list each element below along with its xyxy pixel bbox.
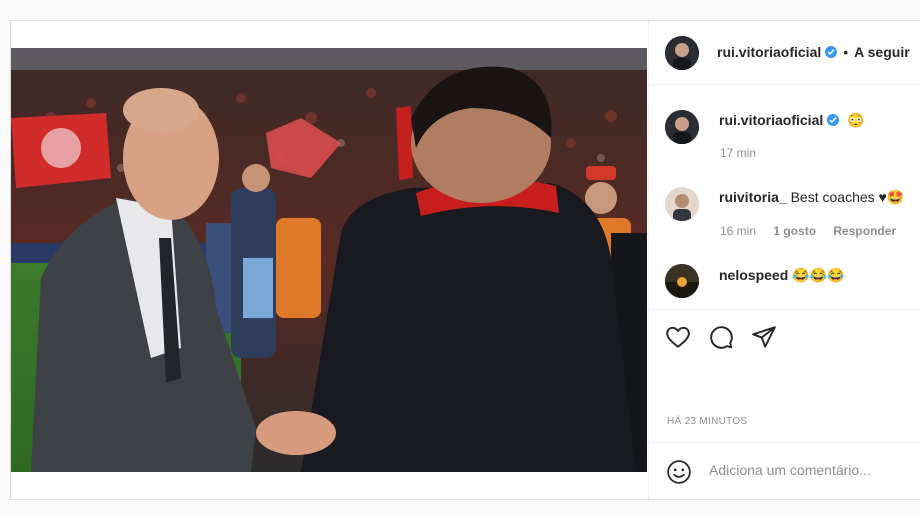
post-photo[interactable] (11, 48, 647, 472)
add-comment-bar: Adiciona um comentário... (649, 442, 920, 499)
comment-text: 😳 (847, 112, 865, 128)
reply-button[interactable]: Responder (833, 224, 896, 238)
verified-badge-icon (825, 46, 838, 58)
add-comment-input[interactable]: Adiciona um comentário... (709, 462, 871, 478)
paper-plane-icon[interactable] (751, 324, 777, 350)
comments-panel: rui.vitoriaoficial • A seguir rui.vitoriao… (648, 21, 920, 499)
post-timestamp: HÁ 23 MINUTOS (667, 416, 748, 427)
comment-avatar[interactable] (665, 110, 699, 144)
comment-meta: 16 min 1 gosto Responder (720, 224, 896, 238)
comment-likes-link[interactable]: 1 gosto (773, 224, 816, 238)
comment-time: 16 min (720, 224, 757, 238)
following-button[interactable]: A seguir (854, 44, 910, 60)
photo-illustration (11, 48, 647, 472)
comment-item: nelospeed 😂😂😂 (719, 267, 844, 284)
author-username[interactable]: rui.vitoriaoficial (717, 44, 821, 60)
comment-username[interactable]: rui.vitoriaoficial (719, 112, 823, 128)
heart-icon[interactable] (665, 324, 691, 350)
comment-avatar[interactable] (665, 187, 699, 221)
comment-username[interactable]: nelospeed (719, 267, 788, 283)
emoji-icon[interactable] (666, 459, 692, 485)
comment-item: rui.vitoriaoficial 😳 (719, 112, 865, 129)
comment-text: Best coaches ♥🤩 (790, 189, 905, 205)
post-header: rui.vitoriaoficial • A seguir (649, 21, 920, 85)
comment-time: 17 min (720, 146, 757, 160)
comment-username[interactable]: ruivitoria_ (719, 189, 787, 205)
verified-badge-icon (827, 114, 840, 126)
comment-icon[interactable] (708, 324, 734, 350)
author-line: rui.vitoriaoficial • A seguir (717, 44, 910, 62)
follow-separator: • (843, 44, 849, 60)
post-actions: HÁ 23 MINUTOS (649, 309, 920, 450)
comment-item: ruivitoria_ Best coaches ♥🤩 (719, 189, 904, 206)
comment-text: 😂😂😂 (792, 267, 845, 283)
comment-avatar[interactable] (665, 264, 699, 298)
author-avatar[interactable] (665, 36, 699, 70)
